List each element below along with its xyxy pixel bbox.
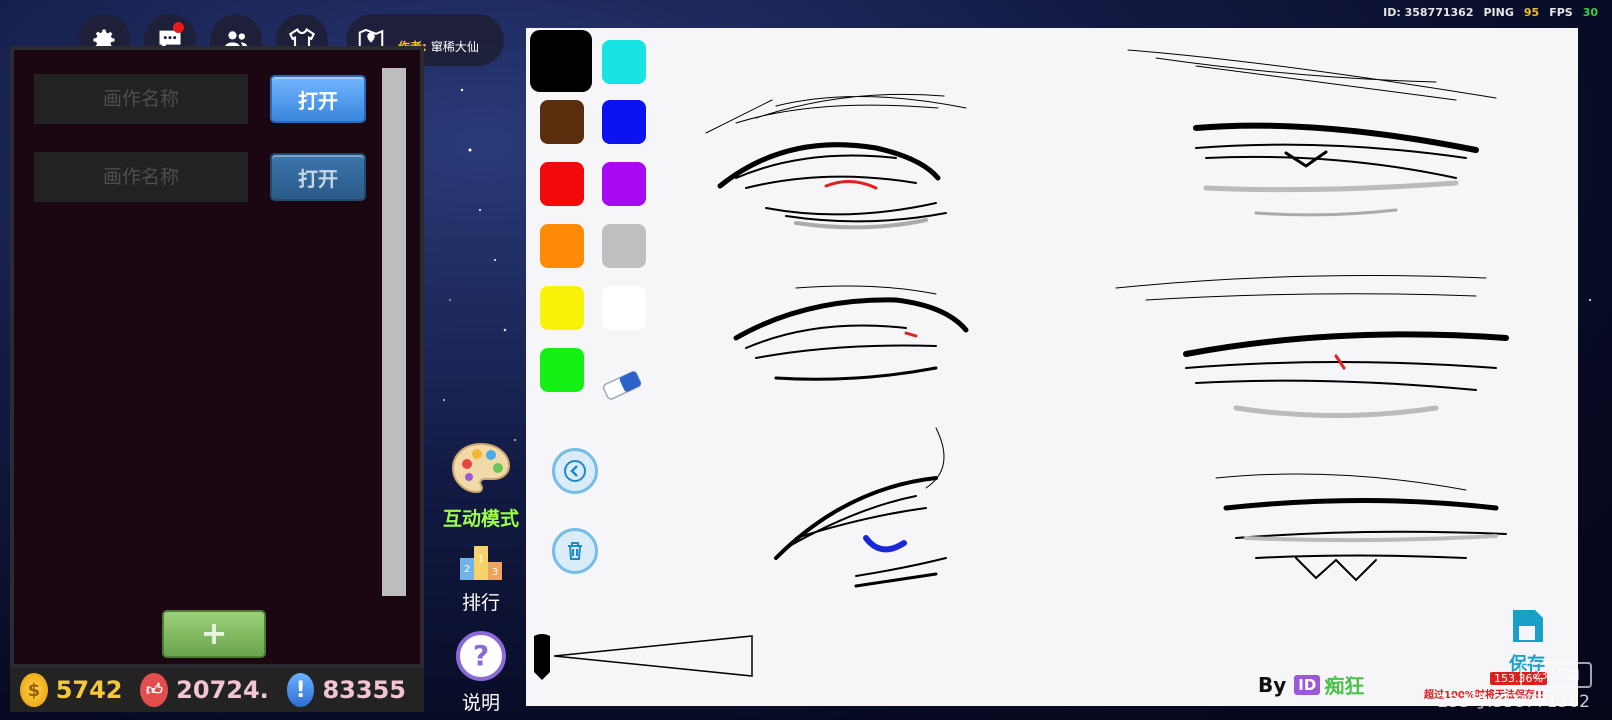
open-button[interactable]: 打开 — [270, 75, 366, 123]
help-button[interactable]: ? 说明 — [432, 630, 530, 715]
creator-credit: By ID 痴狂 — [1258, 670, 1364, 699]
artwork-name-input[interactable]: 画作名称 — [34, 152, 248, 202]
trash-icon — [568, 542, 582, 560]
ranking-label: 排行 — [461, 592, 500, 614]
add-artwork-button[interactable]: + — [162, 610, 266, 658]
svg-text:?: ? — [473, 639, 489, 672]
svg-text:2: 2 — [464, 564, 470, 575]
artwork-name-input[interactable]: 画作名称 — [34, 74, 248, 124]
podium-icon: 2 1 3 — [460, 546, 502, 580]
clear-canvas-button[interactable] — [552, 528, 598, 574]
chevron-left-icon — [564, 460, 586, 482]
drawing-canvas[interactable]: By ID 痴狂 保存 153.36% 超过100%时将无法保存!! — [526, 28, 1578, 706]
ranking-button[interactable]: 2 1 3 排行 — [432, 540, 530, 615]
coin-icon: $ — [20, 673, 48, 707]
interactive-mode-button[interactable]: 互动模式 — [432, 440, 530, 531]
coin-count: 5742 — [55, 676, 123, 704]
help-label: 说明 — [461, 692, 500, 714]
color-swatch[interactable] — [602, 40, 646, 84]
color-swatch[interactable] — [602, 286, 646, 330]
fps-label: FPS — [1549, 6, 1573, 19]
save-icon — [1513, 610, 1543, 642]
svg-text:3: 3 — [492, 567, 498, 578]
like-count: 20724. — [176, 676, 269, 704]
list-item: 画作名称 打开 — [34, 152, 366, 202]
undo-button[interactable] — [552, 448, 598, 494]
eye-sketches-drawing — [705, 49, 1509, 588]
color-swatch[interactable] — [602, 224, 646, 268]
ping-value: 95 — [1523, 6, 1540, 19]
color-swatch[interactable] — [530, 30, 592, 92]
author-name: 窜稀大仙 — [430, 39, 479, 54]
ping-label: PING — [1483, 6, 1514, 19]
color-swatch[interactable] — [540, 100, 584, 144]
interactive-mode-label: 互动模式 — [442, 508, 519, 530]
color-swatch[interactable] — [602, 100, 646, 144]
artwork-list-panel: 画作名称 打开 画作名称 打开 + — [10, 46, 424, 668]
color-swatch[interactable] — [602, 162, 646, 206]
creator-name: 痴狂 — [1324, 674, 1365, 698]
eraser-icon — [602, 371, 642, 400]
scrollbar[interactable] — [382, 68, 406, 596]
eraser-button[interactable] — [598, 368, 648, 406]
list-item: 画作名称 打开 — [34, 74, 366, 124]
exclamation-icon: ! — [286, 673, 315, 707]
color-swatch[interactable] — [540, 286, 584, 330]
open-button[interactable]: 打开 — [270, 153, 366, 201]
watermark-text: 233号:358771362 — [1437, 692, 1590, 712]
watermark-logo: 233乐园 — [1520, 662, 1592, 688]
question-icon: ? — [456, 631, 506, 681]
color-swatch[interactable] — [540, 162, 584, 206]
svg-text:1: 1 — [478, 554, 484, 565]
network-stats: ID: 358771362 PING 95 FPS 30 — [1383, 6, 1598, 19]
by-text: By — [1258, 672, 1287, 697]
player-id: ID: 358771362 — [1383, 6, 1474, 19]
points-count: 83355 — [322, 676, 406, 704]
id-badge: ID — [1294, 674, 1321, 695]
color-swatch[interactable] — [540, 348, 584, 392]
notification-dot — [173, 22, 184, 33]
player-stats-bar: $ 5742 👍︎ 20724. ! 83355 — [10, 668, 424, 712]
palette-icon — [451, 442, 511, 494]
color-swatch[interactable] — [540, 224, 584, 268]
fps-value: 30 — [1582, 6, 1598, 19]
thumbs-up-icon: 👍︎ — [140, 673, 169, 707]
